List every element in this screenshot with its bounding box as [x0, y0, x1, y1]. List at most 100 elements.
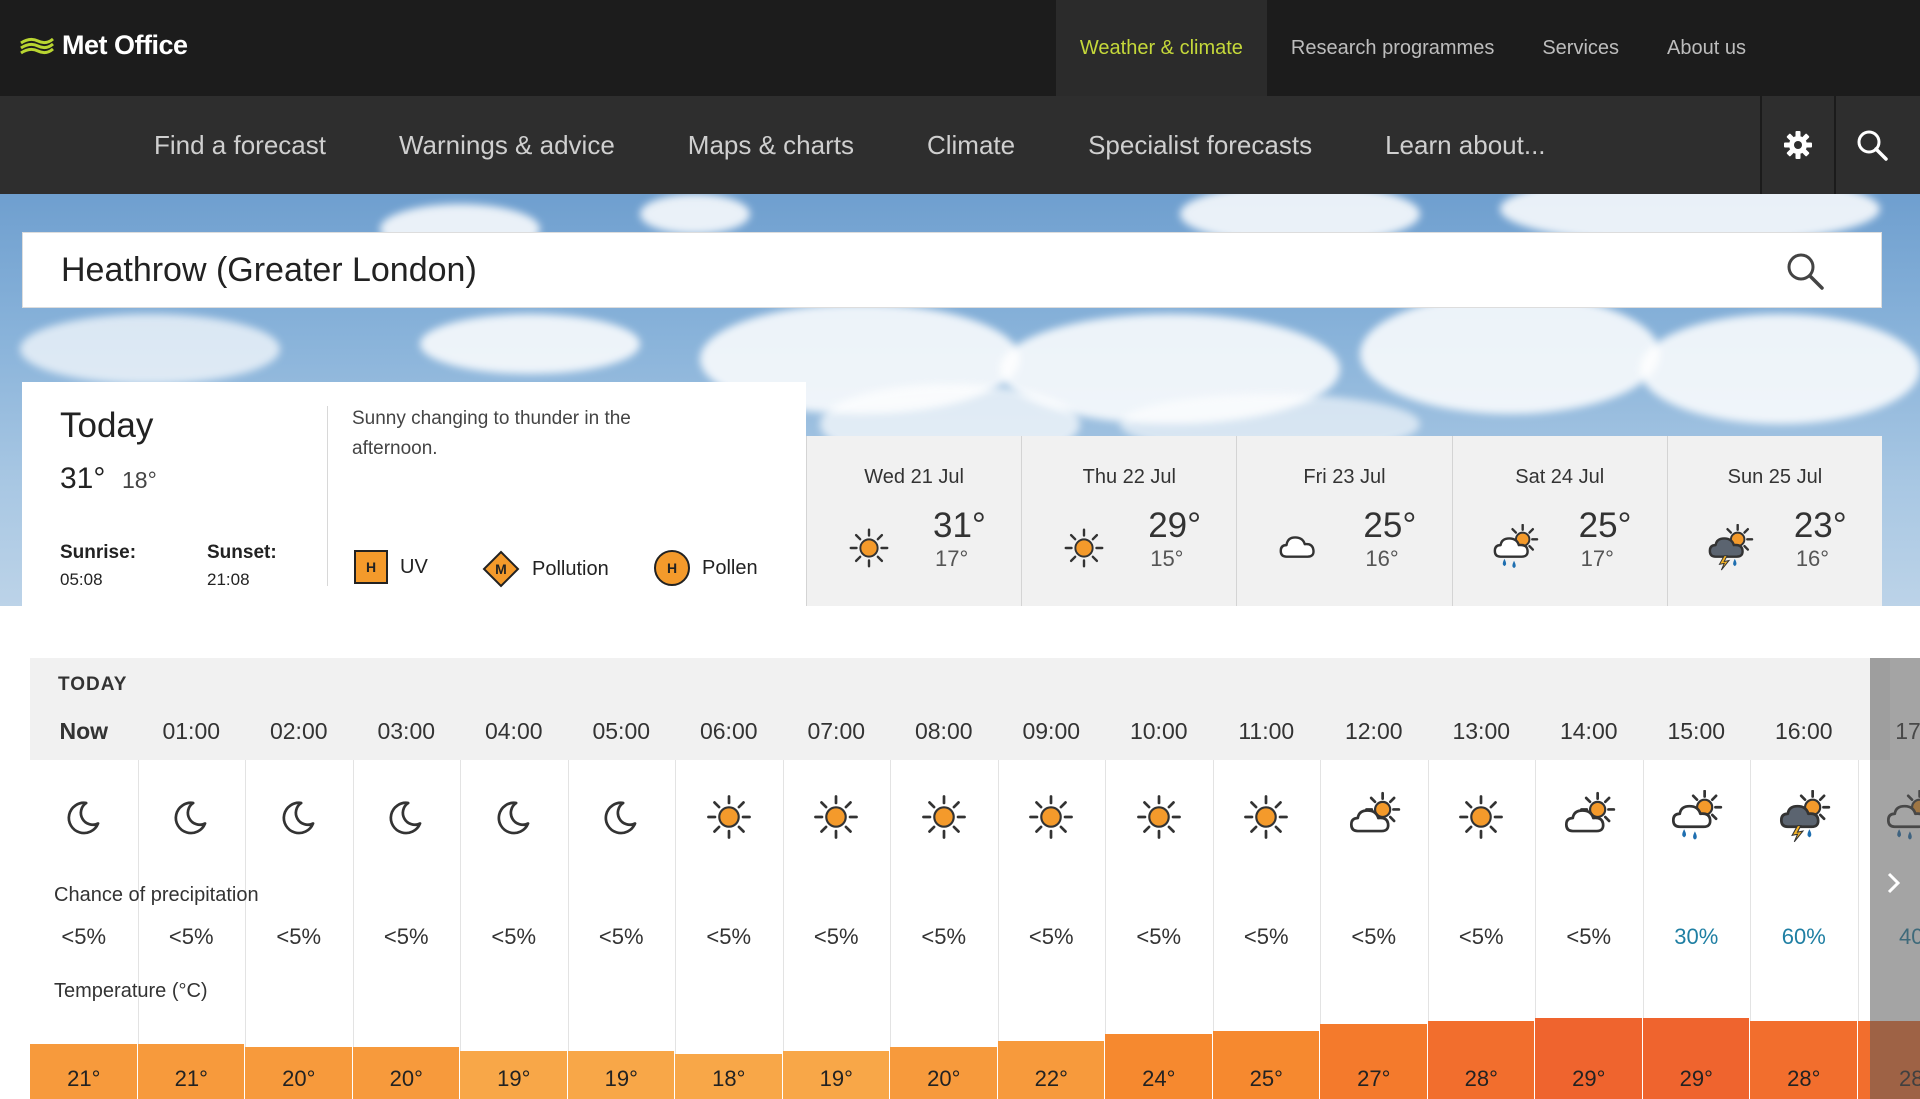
topnav-services[interactable]: Services	[1518, 0, 1643, 96]
topnav-about-us[interactable]: About us	[1643, 0, 1770, 96]
day-date: Sat 24 Jul	[1515, 466, 1605, 488]
top-bar: Met Office Weather & climate Research pr…	[0, 0, 1920, 96]
nav-search-button[interactable]	[1834, 96, 1908, 194]
nav-maps-charts[interactable]: Maps & charts	[664, 96, 878, 194]
sun-icon	[1029, 795, 1074, 839]
hour-weather-icon	[1777, 789, 1831, 849]
day-date: Wed 21 Jul	[864, 466, 964, 488]
temp-value: 18°	[712, 1066, 746, 1091]
pollution-diamond-icon: M	[482, 550, 520, 588]
precip-chance: <5%	[598, 924, 644, 949]
temp-value: 22°	[1034, 1066, 1068, 1091]
hour-weather-icon	[487, 790, 541, 849]
sun-cloud-rain-icon	[1493, 523, 1538, 569]
day-low-temp: 15°	[1150, 546, 1184, 571]
sunrise-label: Sunrise:	[60, 542, 137, 563]
temp-value: 24°	[1142, 1066, 1176, 1091]
met-office-logo[interactable]: Met Office	[20, 30, 188, 61]
search-icon[interactable]	[1785, 251, 1825, 291]
day-card[interactable]: Sat 24 Jul 25° 17°	[1451, 436, 1667, 606]
thunder-shower-icon	[1708, 523, 1754, 571]
temp-value: 19°	[819, 1066, 853, 1091]
hour-weather-icon	[1562, 790, 1616, 849]
precip-chance: 30%	[1674, 924, 1719, 949]
sun-icon	[1064, 528, 1104, 568]
pollution-indicator[interactable]: M Pollution	[482, 550, 609, 588]
chevron-right-icon[interactable]	[1884, 868, 1904, 898]
hour-weather-icon	[1669, 789, 1723, 849]
hour-weather-icon	[1132, 790, 1186, 849]
day-date: Thu 22 Jul	[1082, 466, 1176, 488]
sun-cloud-icon	[1564, 791, 1615, 833]
day-weather-icon	[1706, 523, 1754, 577]
hour-label: 05:00	[592, 718, 651, 744]
hour-label: 02:00	[269, 718, 328, 744]
temp-value: 20°	[927, 1066, 961, 1091]
settings-button[interactable]	[1760, 96, 1834, 194]
precip-chance: <5%	[813, 924, 859, 949]
precip-chance: <5%	[1566, 924, 1612, 949]
temp-value: 28°	[1787, 1066, 1821, 1091]
pollen-label: Pollen	[702, 556, 758, 579]
day-card[interactable]: Thu 22 Jul 29° 15°	[1021, 436, 1236, 606]
nav-specialist-forecasts[interactable]: Specialist forecasts	[1064, 96, 1336, 194]
temp-value: 29°	[1572, 1066, 1606, 1091]
day-low-temp: 16°	[1365, 546, 1399, 571]
topnav-research-programmes[interactable]: Research programmes	[1267, 0, 1518, 96]
hour-label: 10:00	[1129, 718, 1188, 744]
day-high-temp: 23°	[1793, 506, 1847, 545]
precip-chance: <5%	[276, 924, 322, 949]
cloud-icon	[1279, 536, 1316, 558]
pollen-badge: H	[654, 550, 690, 586]
temp-value: 25°	[1249, 1066, 1283, 1091]
precip-row-label: Chance of precipitation	[54, 884, 259, 906]
today-summary-panel[interactable]: Today 31° 18° Sunrise: 05:08 Sunset: 21:…	[22, 382, 806, 608]
day-card[interactable]: Wed 21 Jul 31° 17°	[806, 436, 1021, 606]
hour-weather-icon	[594, 790, 648, 849]
uv-label: UV	[400, 555, 428, 578]
precip-chance: <5%	[1351, 924, 1397, 949]
precip-chance: <5%	[491, 924, 537, 949]
day-weather-icon	[1491, 523, 1539, 577]
hour-weather-icon	[1239, 790, 1293, 849]
today-low-temp: 18°	[122, 467, 157, 493]
temp-value: 19°	[497, 1066, 531, 1091]
day-card[interactable]: Sun 25 Jul 23° 16°	[1666, 436, 1882, 606]
uv-badge: H	[354, 550, 388, 584]
temp-value: 19°	[604, 1066, 638, 1091]
hour-weather-icon	[379, 790, 433, 849]
moon-icon	[604, 801, 637, 835]
precip-chance: <5%	[1028, 924, 1074, 949]
hour-weather-icon	[1454, 790, 1508, 849]
moon-icon	[282, 801, 315, 835]
moon-icon	[174, 801, 207, 835]
hourly-day-title: TODAY	[58, 674, 128, 695]
location-search-input[interactable]: Heathrow (Greater London)	[22, 232, 1882, 308]
svg-text:M: M	[495, 561, 507, 577]
precip-chance: <5%	[706, 924, 752, 949]
nav-warnings-advice[interactable]: Warnings & advice	[375, 96, 639, 194]
uv-indicator[interactable]: H UV	[354, 550, 428, 584]
hour-label: 04:00	[484, 718, 543, 744]
nav-learn-about[interactable]: Learn about...	[1361, 96, 1569, 194]
sunset-time: 21:08	[207, 570, 250, 589]
sun-icon	[1136, 795, 1181, 839]
precip-chance: <5%	[383, 924, 429, 949]
hour-label: 12:00	[1344, 718, 1403, 744]
hour-weather-icon	[272, 790, 326, 849]
pollen-indicator[interactable]: H Pollen	[654, 550, 758, 586]
sun-icon	[1244, 795, 1289, 839]
hour-weather-icon	[57, 790, 111, 849]
topnav-weather-climate[interactable]: Weather & climate	[1055, 0, 1267, 96]
nav-climate[interactable]: Climate	[903, 96, 1039, 194]
sun-icon	[849, 528, 889, 568]
nav-find-a-forecast[interactable]: Find a forecast	[130, 96, 350, 194]
day-card[interactable]: Fri 23 Jul 25° 16°	[1236, 436, 1451, 606]
hour-label: 11:00	[1238, 718, 1295, 744]
hour-weather-icon	[1347, 790, 1401, 849]
main-nav: Find a forecast Warnings & advice Maps &…	[0, 96, 1920, 194]
temp-value: 21°	[174, 1066, 208, 1091]
sun-cloud-icon	[1349, 791, 1400, 833]
temp-value: 20°	[389, 1066, 423, 1091]
hour-label: 13:00	[1452, 718, 1511, 744]
